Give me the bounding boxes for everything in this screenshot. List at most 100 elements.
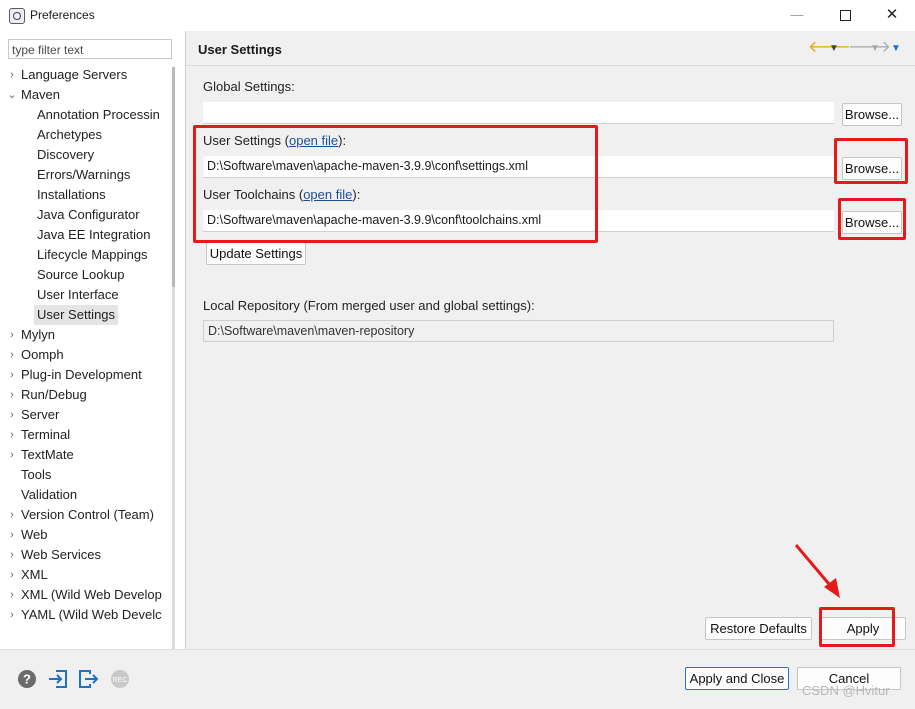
preferences-tree: › Language Servers ⌄ Maven Annotation Proces… <box>8 65 172 645</box>
sidebar-item-label: Discovery <box>37 147 95 162</box>
chevron-right-icon[interactable]: › <box>8 545 18 565</box>
sidebar-item-label: Annotation Processin <box>37 107 160 122</box>
help-icon[interactable]: ? <box>16 668 38 690</box>
sidebar-item[interactable]: › Plug-in Development <box>10 365 142 385</box>
highlight-apply-box <box>819 607 895 647</box>
dialog-footer: ? REC Apply and Close Cancel <box>0 649 915 709</box>
sidebar-item[interactable]: › XML <box>10 565 48 585</box>
sidebar-item[interactable]: Source Lookup <box>37 265 124 285</box>
sidebar-item[interactable]: › YAML (Wild Web Develc <box>10 605 161 625</box>
sidebar-item[interactable]: Annotation Processin <box>37 105 160 125</box>
maximize-icon <box>839 10 851 22</box>
sidebar-item-label: Errors/Warnings <box>37 167 131 182</box>
sidebar-item[interactable]: › Language Servers <box>10 65 128 85</box>
close-button[interactable]: ✕ <box>876 4 908 26</box>
preferences-sidebar: type filter text › Language Servers ⌄ Maven… <box>0 31 185 678</box>
forward-dropdown-icon[interactable]: ▼ <box>870 40 880 58</box>
red-arrow-icon <box>794 544 840 598</box>
sidebar-item-label: Server <box>21 407 60 422</box>
sidebar-item-label: Version Control (Team) <box>21 507 154 522</box>
sidebar-item[interactable]: Validation <box>21 485 77 505</box>
sidebar-item[interactable]: › XML (Wild Web Develop <box>10 585 162 605</box>
sidebar-item[interactable]: › Server <box>10 405 60 425</box>
chevron-right-icon[interactable]: › <box>8 365 18 385</box>
sidebar-item[interactable]: Installations <box>37 185 106 205</box>
sidebar-item-label: XML <box>21 567 48 582</box>
highlight-user-settings-box <box>193 125 598 243</box>
import-icon[interactable] <box>47 668 69 690</box>
sidebar-item-label: Lifecycle Mappings <box>37 247 148 262</box>
sidebar-item-label: Installations <box>37 187 106 202</box>
chevron-right-icon[interactable]: › <box>8 505 18 525</box>
sidebar-item[interactable]: › Oomph <box>10 345 63 365</box>
sidebar-item-label: Java Configurator <box>37 207 140 222</box>
sidebar-item[interactable]: ⌄ Maven <box>8 85 61 105</box>
sidebar-item[interactable]: › Mylyn <box>10 325 55 345</box>
sidebar-item[interactable]: User Settings <box>34 305 119 325</box>
chevron-right-icon[interactable]: › <box>8 325 18 345</box>
chevron-right-icon[interactable]: › <box>8 605 18 625</box>
restore-defaults-button[interactable]: Restore Defaults <box>705 617 812 640</box>
sidebar-item[interactable]: › Web <box>10 525 48 545</box>
chevron-right-icon[interactable]: › <box>8 405 18 425</box>
close-icon: ✕ <box>885 6 899 23</box>
sidebar-item[interactable]: Java EE Integration <box>37 225 150 245</box>
global-browse-button[interactable]: Browse... <box>842 103 902 126</box>
sidebar-item-label: Plug-in Development <box>21 367 142 382</box>
sidebar-item[interactable]: › TextMate <box>10 445 74 465</box>
chevron-right-icon[interactable]: › <box>8 445 18 465</box>
watermark: CSDN @Hvitur <box>802 683 890 698</box>
sidebar-item[interactable]: Tools <box>21 465 51 485</box>
sidebar-item[interactable]: Discovery <box>37 145 94 165</box>
sidebar-item-label: XML (Wild Web Develop <box>21 587 162 602</box>
sidebar-item[interactable]: Archetypes <box>37 125 102 145</box>
sidebar-item-label: Terminal <box>21 427 71 442</box>
sidebar-item[interactable]: › Run/Debug <box>10 385 87 405</box>
svg-text:REC: REC <box>113 677 128 684</box>
sidebar-item-label: User Settings <box>37 307 116 322</box>
sidebar-item[interactable]: User Interface <box>37 285 119 305</box>
chevron-right-icon[interactable]: › <box>8 385 18 405</box>
sidebar-item-label: TextMate <box>21 447 74 462</box>
title-bar: Preferences — ✕ <box>0 0 915 31</box>
view-menu-icon[interactable]: ▼ <box>891 40 901 58</box>
sidebar-scrollbar-thumb[interactable] <box>172 67 175 287</box>
page-header: User Settings 🡐 ▼ 🡒 ▼ ▼ <box>186 31 915 66</box>
page-title: User Settings <box>198 42 282 57</box>
sidebar-item[interactable]: Errors/Warnings <box>37 165 130 185</box>
sidebar-item[interactable]: › Version Control (Team) <box>10 505 154 525</box>
chevron-right-icon[interactable]: › <box>8 565 18 585</box>
minimize-button[interactable]: — <box>781 4 813 26</box>
chevron-right-icon[interactable]: › <box>8 345 18 365</box>
update-settings-button[interactable]: Update Settings <box>206 242 306 265</box>
eclipse-preferences-icon <box>9 8 25 24</box>
sidebar-item-label: Java EE Integration <box>37 227 151 242</box>
global-settings-label: Global Settings: <box>203 79 295 94</box>
export-icon[interactable] <box>77 668 99 690</box>
window-title: Preferences <box>30 8 95 22</box>
sidebar-item-label: Maven <box>21 87 61 102</box>
highlight-browse-settings-box <box>834 138 908 184</box>
chevron-right-icon[interactable]: › <box>8 65 18 85</box>
maximize-button[interactable] <box>829 4 861 26</box>
chevron-right-icon[interactable]: › <box>8 585 18 605</box>
sidebar-item[interactable]: › Web Services <box>10 545 101 565</box>
local-repository-field: D:\Software\maven\maven-repository <box>203 320 834 342</box>
apply-and-close-button[interactable]: Apply and Close <box>685 667 789 690</box>
sidebar-item-label: Web <box>21 527 48 542</box>
filter-input[interactable]: type filter text <box>8 39 172 59</box>
chevron-down-icon[interactable]: ⌄ <box>8 85 18 105</box>
back-dropdown-icon[interactable]: ▼ <box>829 40 839 58</box>
sidebar-item-label: Archetypes <box>37 127 103 142</box>
sidebar-item-label: Mylyn <box>21 327 55 342</box>
sidebar-item[interactable]: Java Configurator <box>37 205 140 225</box>
local-repository-label: Local Repository (From merged user and g… <box>203 298 535 313</box>
sidebar-item-label: Language Servers <box>21 67 128 82</box>
sidebar-item[interactable]: Lifecycle Mappings <box>37 245 148 265</box>
sidebar-item[interactable]: › Terminal <box>10 425 71 445</box>
record-icon[interactable]: REC <box>109 668 131 690</box>
global-settings-field[interactable] <box>203 102 834 124</box>
chevron-right-icon[interactable]: › <box>8 425 18 445</box>
chevron-right-icon[interactable]: › <box>8 525 18 545</box>
svg-text:?: ? <box>23 672 31 687</box>
